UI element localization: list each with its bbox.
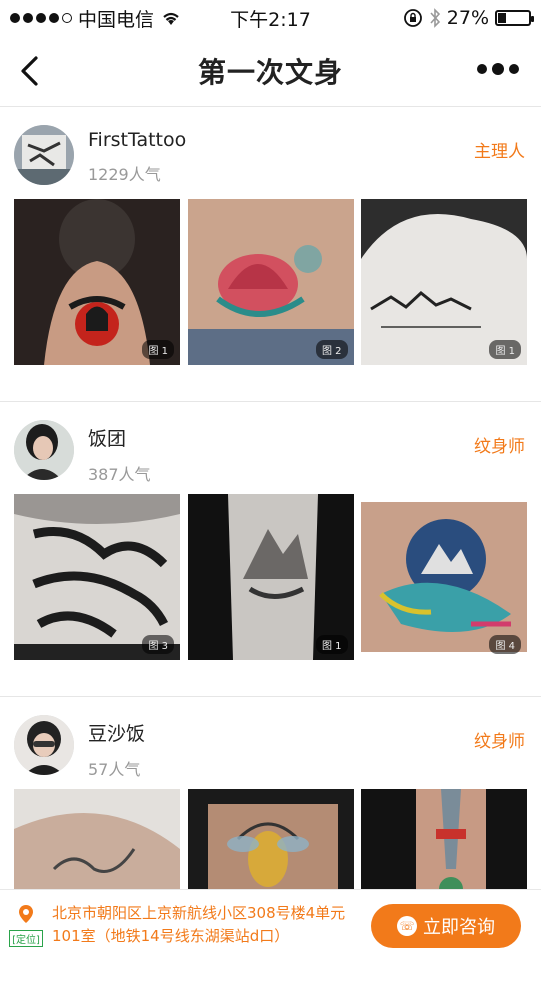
avatar[interactable]: [14, 420, 74, 480]
battery-percent: 27%: [446, 7, 489, 29]
bluetooth-icon: [430, 8, 440, 28]
photo-count-tag: 图 4: [489, 635, 521, 654]
more-options-icon[interactable]: [477, 63, 519, 75]
rotation-lock-icon: [403, 9, 422, 27]
signal-strength-icon: [10, 13, 72, 23]
wifi-icon: [163, 12, 179, 25]
avatar[interactable]: [14, 715, 74, 775]
page-title: 第一次文身: [197, 56, 343, 89]
locate-tag: [定位]: [9, 929, 43, 947]
address-text[interactable]: 北京市朝阳区上京新航线小区308号楼4单元101室（地铁14号线东湖渠站d口）: [52, 902, 352, 948]
photo-count-tag: 图 1: [315, 635, 348, 654]
carrier-label: 中国电信: [78, 8, 155, 31]
clock: 下午2:17: [230, 8, 311, 31]
tattoo-photo[interactable]: 图 3: [14, 494, 180, 660]
nav-bar: 第一次文身: [0, 36, 541, 107]
tattoo-photo[interactable]: 图 1: [187, 494, 354, 660]
popularity-count: 387人气: [88, 465, 151, 484]
battery-icon: [495, 10, 534, 26]
popularity-count: 1229人气: [88, 165, 161, 184]
artist-name: FirstTattoo: [88, 129, 187, 151]
artist-name: 豆沙饭: [88, 723, 146, 745]
photo-count-tag: 图 2: [315, 340, 348, 359]
popularity-count: 57人气: [88, 760, 141, 779]
consult-label: 立即咨询: [423, 917, 495, 938]
photo-count-tag: 图 3: [142, 635, 174, 654]
consult-button[interactable]: ☏ 立即咨询: [371, 904, 521, 948]
avatar[interactable]: [14, 125, 74, 185]
photo-count-tag: 图 1: [142, 340, 174, 359]
artist-card[interactable]: 饭团 387人气 纹身师 图 3 图 1 图 4: [0, 402, 541, 697]
artist-card[interactable]: FirstTattoo 1229人气 主理人 图 1 图 2 图 1: [0, 107, 541, 402]
location-pin-icon: [19, 904, 33, 923]
role-badge: 主理人: [474, 142, 525, 162]
status-bar: 中国电信 下午2:17 27%: [0, 0, 541, 36]
role-badge: 纹身师: [474, 732, 525, 752]
role-badge: 纹身师: [474, 437, 525, 457]
tattoo-photo[interactable]: 图 1: [361, 199, 527, 365]
photo-count-tag: 图 1: [489, 340, 521, 359]
locate-control[interactable]: [定位]: [6, 904, 46, 947]
bottom-bar: [定位] 北京市朝阳区上京新航线小区308号楼4单元101室（地铁14号线东湖渠…: [0, 889, 541, 960]
artist-name: 饭团: [88, 428, 127, 450]
tattoo-photo[interactable]: 图 4: [361, 494, 527, 660]
back-arrow-icon[interactable]: [16, 54, 46, 88]
tattoo-photo[interactable]: 图 2: [187, 199, 354, 365]
tattoo-photo[interactable]: 图 1: [14, 199, 180, 365]
phone-icon: ☏: [397, 916, 417, 936]
